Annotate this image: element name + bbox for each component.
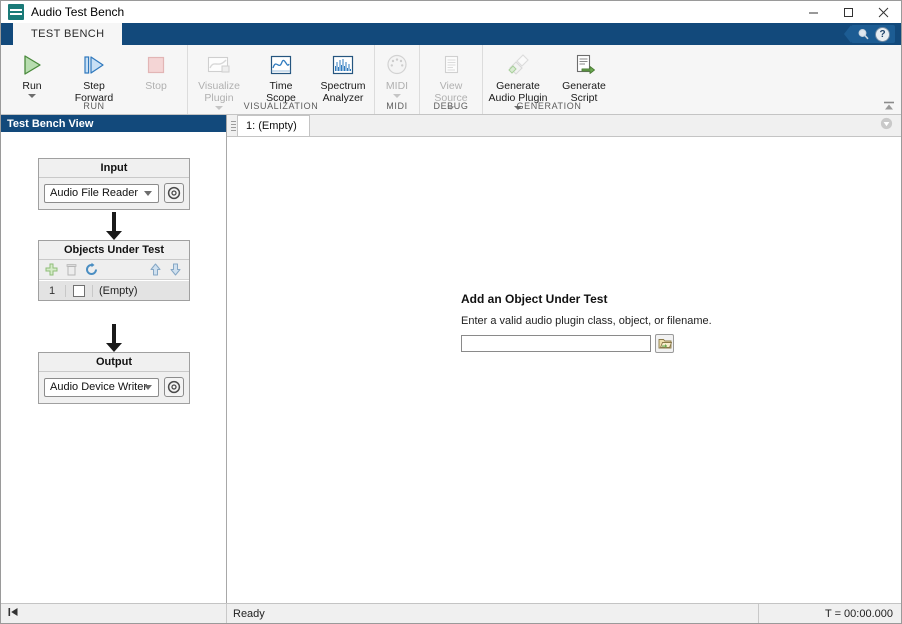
close-button[interactable] [866,1,901,23]
test-bench-canvas: Input Audio File Reader Objects Under Te… [1,132,226,603]
input-settings-button[interactable] [164,183,184,203]
stop-icon [144,51,168,79]
stop-button-label: Stop [145,80,167,92]
document-tab-bar: 1: (Empty) [227,115,901,137]
input-block-title: Input [39,159,189,178]
objects-under-test-title: Objects Under Test [39,241,189,260]
object-row-index: 1 [39,284,66,297]
spectrum-analyzer-button[interactable]: Spectrum Analyzer [312,49,374,104]
midi-button-label: MIDI [385,80,409,92]
step-forward-icon [80,51,108,79]
audio-test-bench-window: Audio Test Bench TEST BENCH ? Run Step F… [0,0,902,624]
gear-icon [167,380,181,394]
status-message: Ready [227,604,759,623]
run-button-label: Run [22,80,42,92]
add-object-button[interactable] [42,261,61,278]
tab-test-bench[interactable]: TEST BENCH [13,23,123,45]
output-sink-value: Audio Device Writer [50,381,147,393]
ribbon-group-generation-title: GENERATION [516,101,582,111]
minimize-button[interactable] [796,1,831,23]
open-folder-icon [658,339,672,349]
test-bench-view-title: Test Bench View [1,115,226,132]
generate-script-icon [571,51,597,79]
search-icon[interactable] [855,26,872,43]
audio-test-bench-icon [8,4,24,20]
gear-icon [167,186,181,200]
status-bar-left [1,604,227,623]
help-icon[interactable]: ? [874,26,891,43]
spectrum-analyzer-icon [329,51,357,79]
input-block: Input Audio File Reader [38,158,190,210]
window-title: Audio Test Bench [31,5,125,19]
ribbon-group-visualization: Visualize Plugin Time Scope Spectrum Ana… [187,45,374,114]
object-row-name: (Empty) [99,284,138,297]
tab-bar-grip[interactable] [229,117,237,135]
time-scope-button[interactable]: Time Scope [250,49,312,104]
time-scope-icon [267,51,295,79]
run-dropdown-caret-icon[interactable] [28,94,36,98]
midi-button: MIDI [375,49,419,98]
status-bar: Ready T = 00:00.000 [1,603,901,623]
ribbon-collapse-button[interactable] [881,99,897,113]
stop-button: Stop [125,49,187,92]
table-row[interactable]: 1 (Empty) [39,280,189,300]
input-source-combobox[interactable]: Audio File Reader [44,183,159,203]
add-object-under-test-panel: Add an Object Under Test Enter a valid a… [461,292,781,353]
document-close-icon[interactable] [880,117,893,133]
ribbon-group-generation: Generate Audio Plugin Generate Script GE… [482,45,615,114]
input-source-value: Audio File Reader [50,187,139,199]
move-down-button[interactable] [166,261,185,278]
browse-button[interactable] [655,334,674,353]
generate-audio-plugin-icon [503,51,533,79]
objects-under-test-toolbar [39,260,189,280]
window-controls [796,1,901,23]
output-settings-button[interactable] [164,377,184,397]
add-object-description: Enter a valid audio plugin class, object… [461,315,712,327]
document-body: Add an Object Under Test Enter a valid a… [227,137,901,603]
ribbon-toolbar: Run Step Forward Stop RUN Visualize Plug… [1,45,901,115]
connector-objects-to-output [106,324,122,352]
output-block: Output Audio Device Writer [38,352,190,404]
connector-input-to-objects [106,212,122,240]
object-row-checkbox-cell[interactable] [66,284,93,297]
document-area: 1: (Empty) Add an Object Under Test Ente… [227,115,901,603]
ribbon-group-run-title: RUN [83,101,105,111]
document-tab-1[interactable]: 1: (Empty) [237,115,310,136]
rewind-to-start-icon[interactable] [7,606,19,621]
move-up-button[interactable] [146,261,165,278]
ribbon-group-run: Run Step Forward Stop RUN [1,45,187,114]
view-source-icon [439,51,463,79]
midi-icon [384,51,410,79]
generate-script-button[interactable]: Generate Script [553,49,615,104]
objects-under-test-block: Objects Under Test 1 (Empty) [38,240,190,301]
visualize-plugin-icon [205,51,233,79]
chevron-down-icon [144,384,152,390]
object-row-checkbox[interactable] [73,284,85,297]
refresh-object-button[interactable] [82,261,101,278]
title-bar: Audio Test Bench [1,1,901,23]
test-bench-view-panel: Test Bench View Input Audio File Reader [1,115,227,603]
ribbon-group-visualization-title: VISUALIZATION [243,101,319,111]
ribbon-group-debug: View Source DEBUG [419,45,482,114]
chevron-down-icon [144,190,152,196]
object-name-input[interactable] [461,335,651,352]
play-icon [19,51,45,79]
ribbon-group-midi: MIDI MIDI [374,45,419,114]
maximize-button[interactable] [831,1,866,23]
output-sink-combobox[interactable]: Audio Device Writer [44,377,159,397]
midi-dropdown-caret-icon [393,94,401,98]
output-block-title: Output [39,353,189,372]
quick-access-toolbar: ? [844,23,901,45]
add-object-heading: Add an Object Under Test [461,292,608,306]
run-button[interactable]: Run [1,49,63,98]
ribbon-group-midi-title: MIDI [386,101,408,111]
ribbon-tab-strip: TEST BENCH ? [1,23,901,45]
ribbon-group-debug-title: DEBUG [433,101,469,111]
step-forward-button[interactable]: Step Forward [63,49,125,104]
delete-object-button[interactable] [62,261,81,278]
status-time: T = 00:00.000 [825,607,893,620]
